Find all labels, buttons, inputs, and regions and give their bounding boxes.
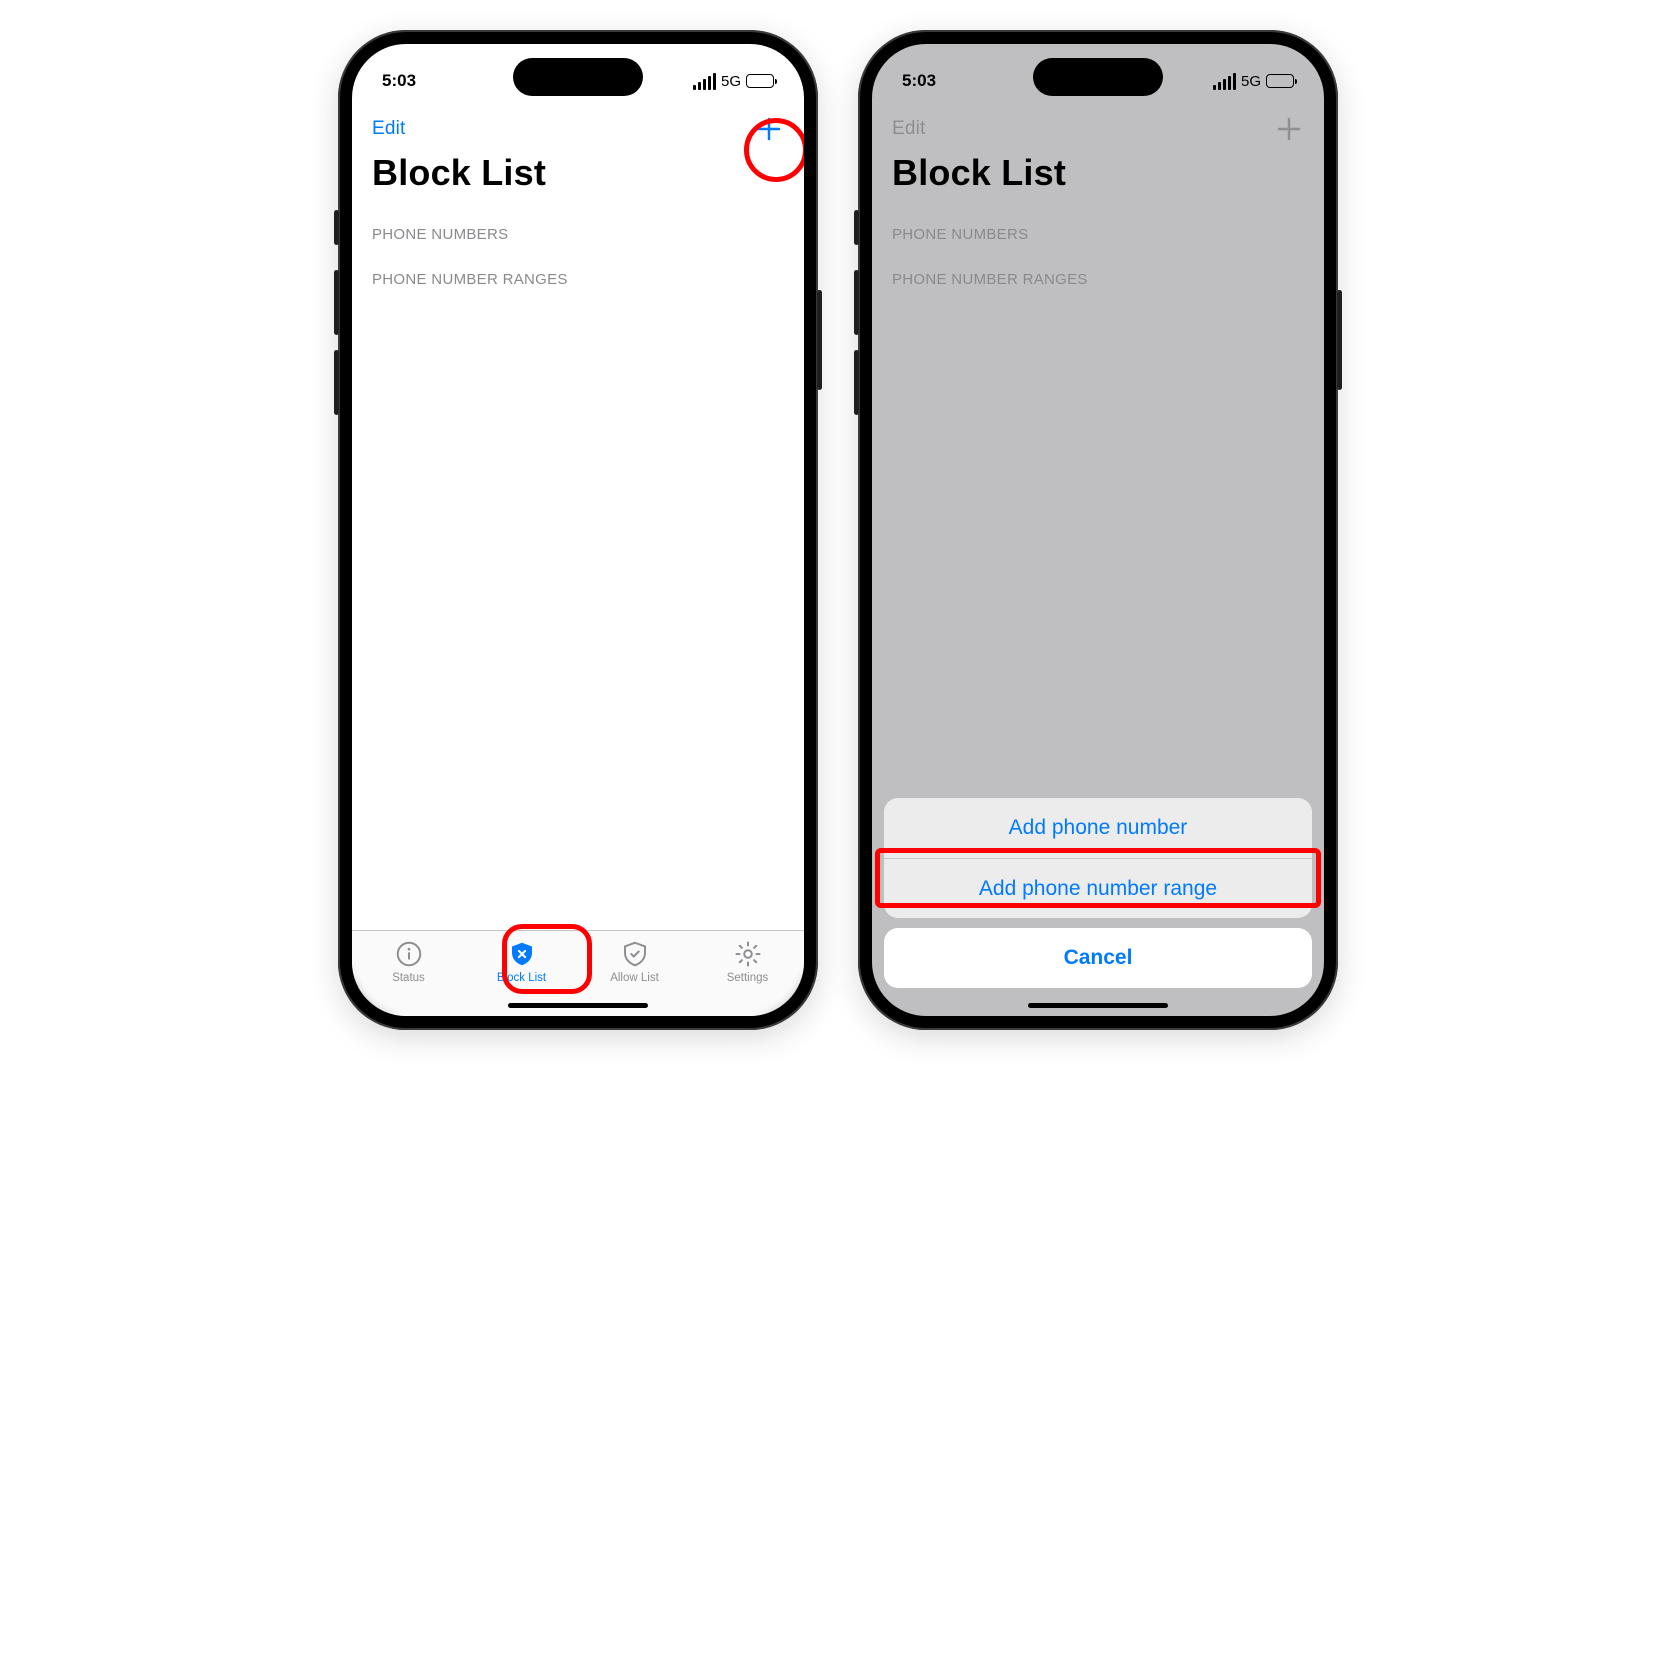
content: PHONE NUMBERS PHONE NUMBER RANGES — [872, 208, 1324, 298]
page-title: Block List — [872, 152, 1324, 208]
network-label: 5G — [721, 73, 741, 90]
shield-check-icon — [620, 939, 650, 969]
signal-strength-icon — [1213, 73, 1236, 90]
dynamic-island — [1033, 58, 1163, 96]
nav-bar: Edit — [872, 104, 1324, 152]
info-icon — [394, 939, 424, 969]
network-label: 5G — [1241, 73, 1261, 90]
status-time: 5:03 — [902, 71, 936, 91]
side-button — [334, 270, 339, 335]
gear-icon — [733, 939, 763, 969]
dynamic-island — [513, 58, 643, 96]
section-phone-number-ranges: PHONE NUMBER RANGES — [872, 253, 1324, 298]
side-button — [854, 270, 859, 335]
plus-icon — [754, 114, 784, 144]
add-button — [1274, 114, 1304, 144]
tab-status[interactable]: Status — [352, 939, 465, 984]
home-indicator[interactable] — [1028, 1003, 1168, 1008]
side-button — [334, 350, 339, 415]
nav-bar: Edit — [352, 104, 804, 152]
page-title: Block List — [352, 152, 804, 208]
phone-frame-right: 5:03 5G Edit Block List PHONE NUMBERS PH… — [858, 30, 1338, 1030]
action-sheet: Add phone number Add phone number range … — [872, 788, 1324, 1016]
side-button — [1337, 290, 1342, 390]
edit-button[interactable]: Edit — [372, 118, 406, 140]
action-cancel[interactable]: Cancel — [884, 928, 1312, 988]
edit-button: Edit — [892, 118, 926, 140]
tab-label: Status — [392, 972, 425, 984]
tab-label: Block List — [497, 972, 546, 984]
screen: 5:03 5G Edit Block List PHONE NUMBERS PH… — [872, 44, 1324, 1016]
phone-frame-left: 5:03 5G Edit Block List PHONE NUMBERS PH… — [338, 30, 818, 1030]
screen: 5:03 5G Edit Block List PHONE NUMBERS PH… — [352, 44, 804, 1016]
plus-icon — [1274, 114, 1304, 144]
action-sheet-group: Add phone number Add phone number range — [884, 798, 1312, 918]
tab-allow-list[interactable]: Allow List — [578, 939, 691, 984]
battery-icon — [1266, 74, 1294, 88]
action-add-phone-number-range[interactable]: Add phone number range — [884, 858, 1312, 918]
side-button — [854, 210, 859, 245]
battery-icon — [746, 74, 774, 88]
shield-block-icon — [507, 939, 537, 969]
action-add-phone-number[interactable]: Add phone number — [884, 798, 1312, 858]
tab-label: Settings — [727, 972, 769, 984]
tab-settings[interactable]: Settings — [691, 939, 804, 984]
signal-strength-icon — [693, 73, 716, 90]
section-phone-numbers: PHONE NUMBERS — [352, 208, 804, 253]
side-button — [854, 350, 859, 415]
section-phone-number-ranges: PHONE NUMBER RANGES — [352, 253, 804, 298]
tab-label: Allow List — [610, 972, 659, 984]
home-indicator[interactable] — [508, 1003, 648, 1008]
side-button — [334, 210, 339, 245]
add-button[interactable] — [754, 114, 784, 144]
status-time: 5:03 — [382, 71, 416, 91]
section-phone-numbers: PHONE NUMBERS — [872, 208, 1324, 253]
side-button — [817, 290, 822, 390]
content: PHONE NUMBERS PHONE NUMBER RANGES — [352, 208, 804, 298]
tab-block-list[interactable]: Block List — [465, 939, 578, 984]
